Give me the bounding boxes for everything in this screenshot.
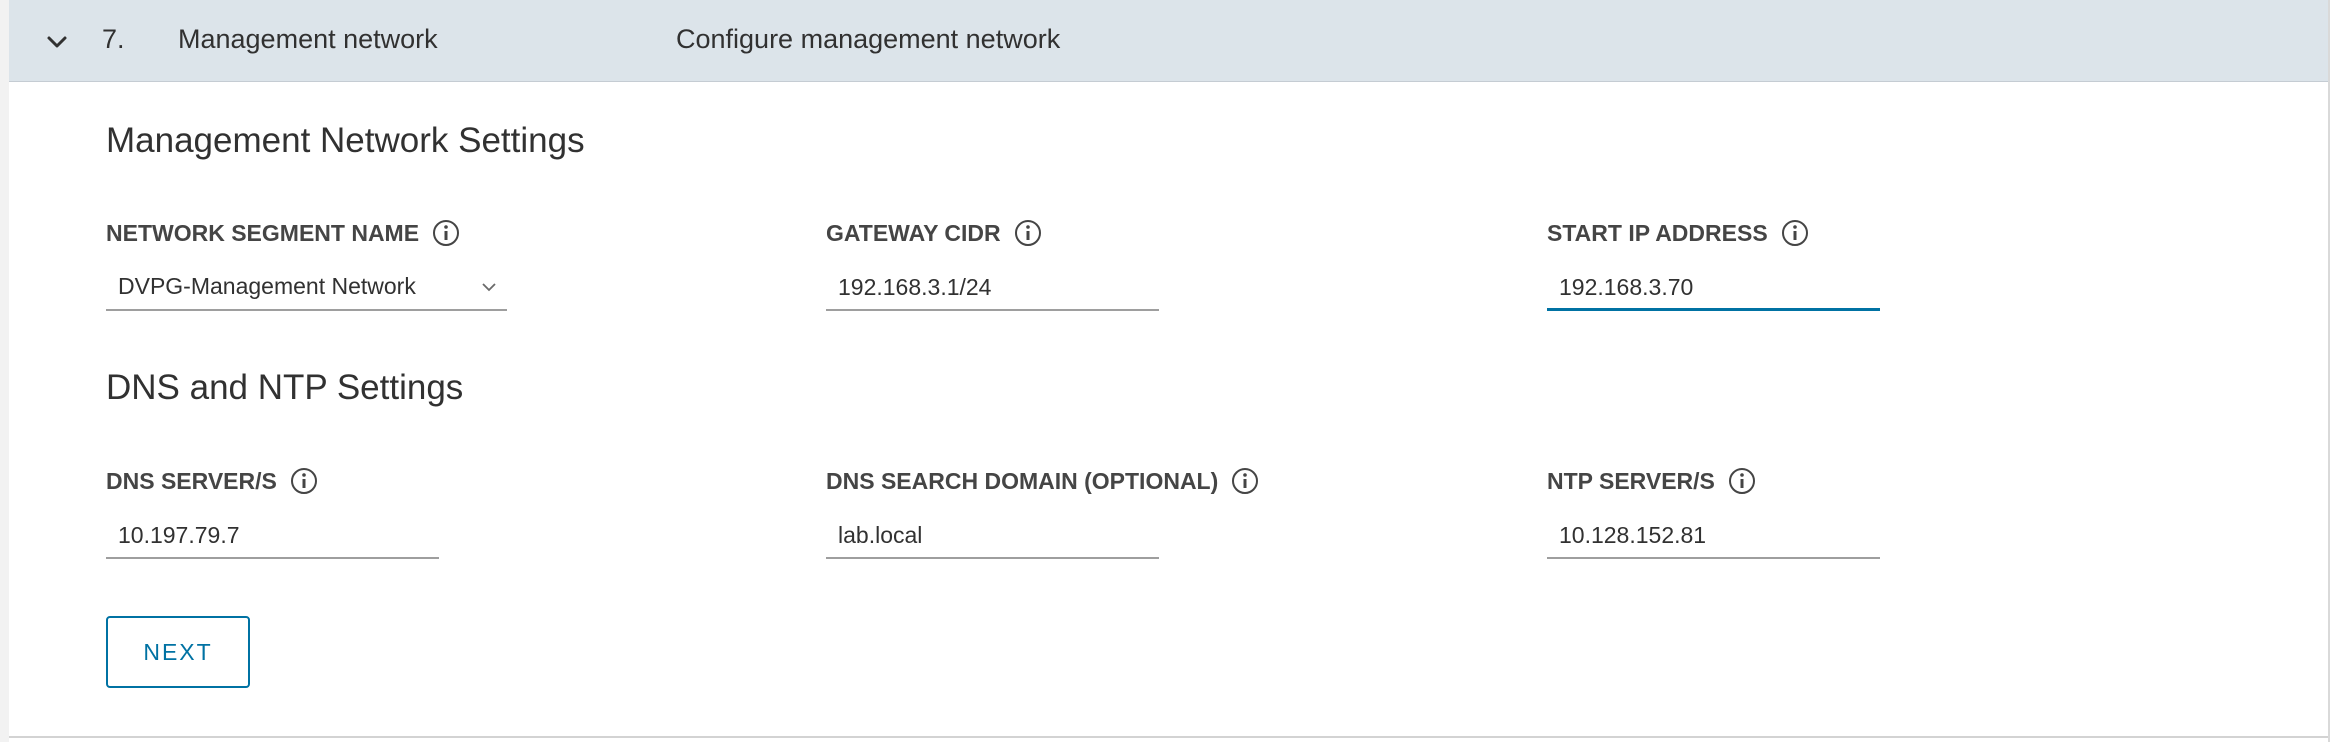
step-title: Management network: [178, 24, 438, 54]
info-icon[interactable]: [431, 218, 461, 248]
step-description: Configure management network: [676, 24, 1061, 54]
info-icon[interactable]: [1727, 466, 1757, 496]
dns-search-domain-input[interactable]: [838, 517, 1151, 553]
next-button[interactable]: NEXT: [106, 616, 250, 688]
ntp-servers-field[interactable]: [1547, 515, 1880, 559]
info-icon[interactable]: [1013, 218, 1043, 248]
info-icon[interactable]: [1780, 218, 1810, 248]
network-segment-label-text: NETWORK SEGMENT NAME: [106, 219, 420, 246]
network-segment-label: NETWORK SEGMENT NAME: [106, 218, 461, 248]
start-ip-label: START IP ADDRESS: [1547, 218, 1810, 248]
gateway-cidr-label-text: GATEWAY CIDR: [826, 219, 1001, 246]
gateway-cidr-input[interactable]: [838, 269, 1151, 305]
start-ip-field[interactable]: [1547, 267, 1880, 311]
ntp-servers-input[interactable]: [1559, 517, 1872, 553]
gateway-cidr-field[interactable]: [826, 267, 1159, 311]
dns-search-domain-label: DNS SEARCH DOMAIN (OPTIONAL): [826, 466, 1260, 496]
dns-servers-label-text: DNS SERVER/S: [106, 467, 277, 494]
network-segment-select[interactable]: DVPG-Management Network: [106, 267, 507, 311]
info-icon[interactable]: [289, 466, 319, 496]
step-number: 7.: [102, 24, 125, 54]
chevron-down-icon[interactable]: [39, 24, 75, 60]
dns-servers-label: DNS SERVER/S: [106, 466, 319, 496]
gateway-cidr-label: GATEWAY CIDR: [826, 218, 1043, 248]
start-ip-label-text: START IP ADDRESS: [1547, 219, 1768, 246]
dns-search-domain-label-text: DNS SEARCH DOMAIN (OPTIONAL): [826, 467, 1219, 494]
dns-servers-input[interactable]: [118, 517, 431, 553]
start-ip-input[interactable]: [1559, 269, 1872, 305]
dns-servers-field[interactable]: [106, 515, 439, 559]
network-segment-value: DVPG-Management Network: [118, 273, 416, 299]
step-header[interactable]: 7. Management network Configure manageme…: [9, 0, 2328, 82]
dns-search-domain-field[interactable]: [826, 515, 1159, 559]
ntp-servers-label-text: NTP SERVER/S: [1547, 467, 1715, 494]
info-icon[interactable]: [1230, 466, 1260, 496]
wizard-page: 7. Management network Configure manageme…: [0, 0, 2330, 742]
management-network-settings-title: Management Network Settings: [106, 121, 585, 160]
left-edge: [0, 0, 9, 742]
dns-ntp-settings-title: DNS and NTP Settings: [106, 368, 464, 407]
ntp-servers-label: NTP SERVER/S: [1547, 466, 1757, 496]
chevron-down-icon[interactable]: [479, 277, 499, 297]
panel-bottom-border: [9, 736, 2328, 738]
